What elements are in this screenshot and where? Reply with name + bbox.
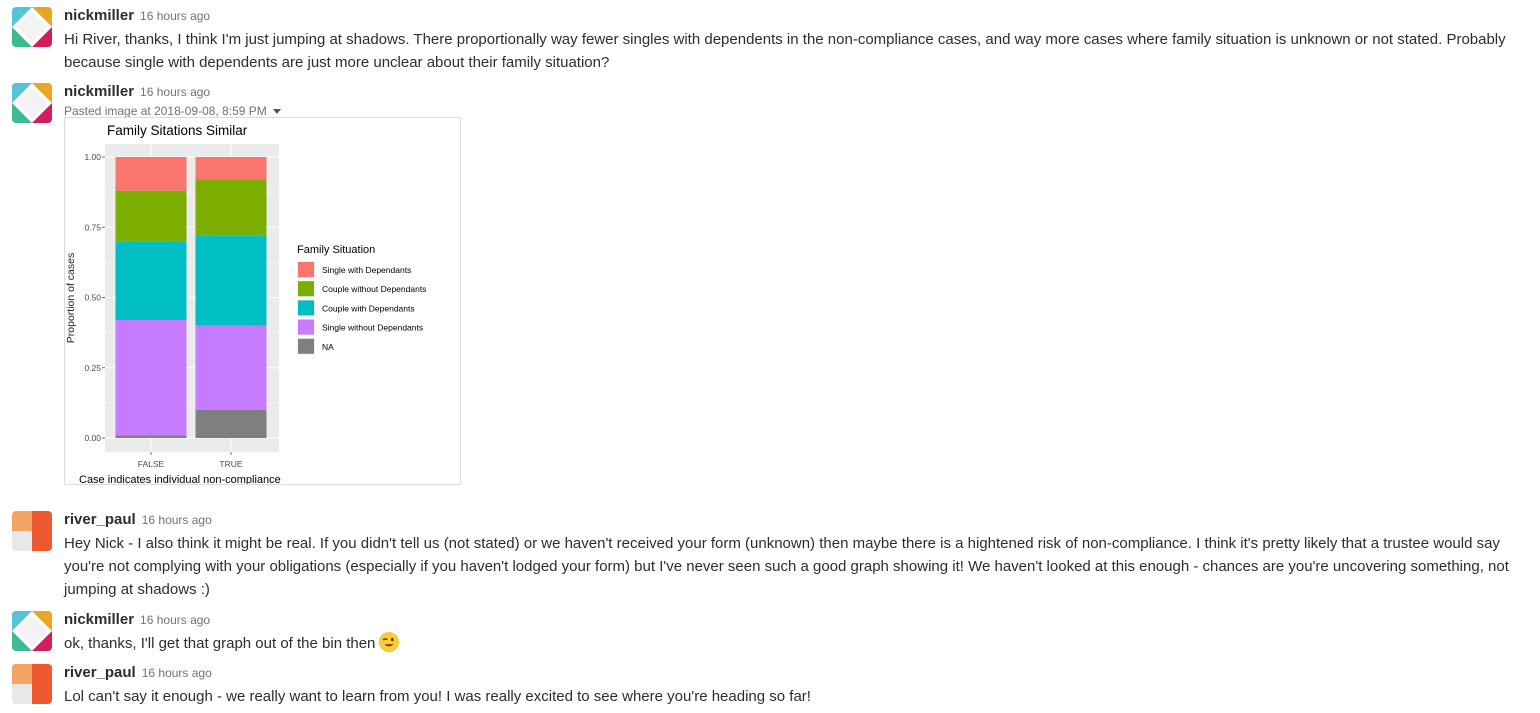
message-content: river_paul 16 hours ago Lol can't say it … (64, 664, 1527, 708)
bar-segment (195, 409, 267, 438)
y-axis-label: Proportion of cases (65, 253, 77, 343)
legend-swatch (298, 338, 314, 354)
message-text-body: ok, thanks, I'll get that graph out of t… (64, 635, 376, 652)
legend-label: NA (322, 342, 334, 352)
message-header: nickmiller 16 hours ago (64, 611, 1527, 629)
wink-emoji-icon[interactable] (379, 632, 400, 652)
bar-segment (195, 179, 267, 236)
author-name[interactable]: nickmiller (64, 7, 134, 24)
bar-segment (115, 241, 187, 320)
y-ticks: 0.00 0.25 0.50 0.75 1.00 (84, 152, 105, 443)
legend-swatch (298, 300, 314, 316)
avatar[interactable] (12, 83, 52, 123)
timestamp[interactable]: 16 hours ago (142, 666, 212, 680)
author-name[interactable]: nickmiller (64, 83, 134, 100)
slack-logo-icon (12, 611, 52, 651)
message-text: ok, thanks, I'll get that graph out of t… (64, 632, 1527, 655)
legend-label: Couple with Dependants (322, 303, 415, 313)
message-header: nickmiller 16 hours ago (64, 83, 1527, 101)
legend: Family Situation Single with Dependants C… (297, 244, 426, 355)
y-tick-label: 0.50 (84, 293, 101, 303)
message-header: nickmiller 16 hours ago (64, 7, 1527, 25)
author-name[interactable]: river_paul (64, 664, 136, 681)
file-meta-label: Pasted image at 2018-09-08, 8:59 PM (64, 104, 267, 118)
bar-segment (115, 319, 187, 436)
message-content: river_paul 16 hours ago Hey Nick - I also… (64, 511, 1527, 601)
timestamp[interactable]: 16 hours ago (140, 85, 210, 99)
bar-segment (115, 435, 187, 438)
x-tick-label: FALSE (138, 459, 165, 469)
bar-segment (115, 157, 187, 191)
slack-logo-icon (12, 83, 52, 123)
chevron-down-icon[interactable] (272, 109, 281, 115)
bar-segment (195, 325, 267, 410)
legend-label: Single without Dependants (322, 323, 423, 333)
message-content: nickmiller 16 hours ago Pasted image at 2… (64, 83, 1527, 486)
legend-swatch (298, 281, 314, 297)
legend-title: Family Situation (297, 244, 375, 256)
avatar[interactable] (12, 611, 52, 651)
legend-label: Single with Dependants (322, 265, 411, 275)
timestamp[interactable]: 16 hours ago (142, 513, 212, 527)
message: river_paul 16 hours ago Lol can't say it … (12, 664, 1527, 708)
slack-logo-icon (12, 7, 52, 47)
message-content: nickmiller 16 hours ago Hi River, thanks,… (64, 7, 1527, 74)
bar-segment (195, 235, 267, 326)
message: nickmiller 16 hours ago Hi River, thanks,… (12, 7, 1527, 71)
message: river_paul 16 hours ago Hey Nick - I also… (12, 511, 1527, 603)
y-tick-label: 1.00 (84, 152, 101, 162)
message-text: Hey Nick - I also think it might be real… (64, 535, 1509, 598)
x-tick-label: TRUE (219, 459, 242, 469)
message-header: river_paul 16 hours ago (64, 511, 1527, 529)
x-axis-label: Case indicates individual non-compliance (79, 474, 281, 484)
y-tick-label: 0.00 (84, 433, 101, 443)
legend-swatch (298, 319, 314, 335)
author-name[interactable]: nickmiller (64, 611, 134, 628)
message-header: river_paul 16 hours ago (64, 664, 1527, 682)
stacked-bar-chart: Family Sitations Similar 0.00 0.25 0.50 0.7… (65, 123, 426, 486)
author-name[interactable]: river_paul (64, 511, 136, 528)
y-tick-label: 0.75 (84, 222, 101, 232)
message: nickmiller 16 hours ago ok, thanks, I'll … (12, 611, 1527, 655)
legend-label: Couple without Dependants (322, 284, 426, 294)
user-avatar-icon (12, 511, 52, 551)
y-tick-label: 0.25 (84, 363, 101, 373)
timestamp[interactable]: 16 hours ago (140, 613, 210, 627)
legend-swatch (298, 262, 314, 277)
chart-title: Family Sitations Similar (107, 123, 248, 138)
message-text: Lol can't say it enough - we really want… (64, 688, 811, 705)
timestamp[interactable]: 16 hours ago (140, 9, 210, 23)
message-text: Hi River, thanks, I think I'm just jumpi… (64, 31, 1506, 71)
message-content: nickmiller 16 hours ago ok, thanks, I'll … (64, 611, 1527, 655)
bar-segment (195, 157, 267, 180)
avatar[interactable] (12, 7, 52, 47)
pasted-image[interactable]: Family Sitations Similar 0.00 0.25 0.50 0.7… (64, 117, 461, 486)
avatar[interactable] (12, 511, 52, 551)
avatar[interactable] (12, 664, 52, 704)
user-avatar-icon (12, 664, 52, 704)
x-ticks: FALSE TRUE (138, 452, 243, 469)
bar-segment (115, 190, 187, 242)
message: nickmiller 16 hours ago Pasted image at 2… (12, 83, 1527, 495)
